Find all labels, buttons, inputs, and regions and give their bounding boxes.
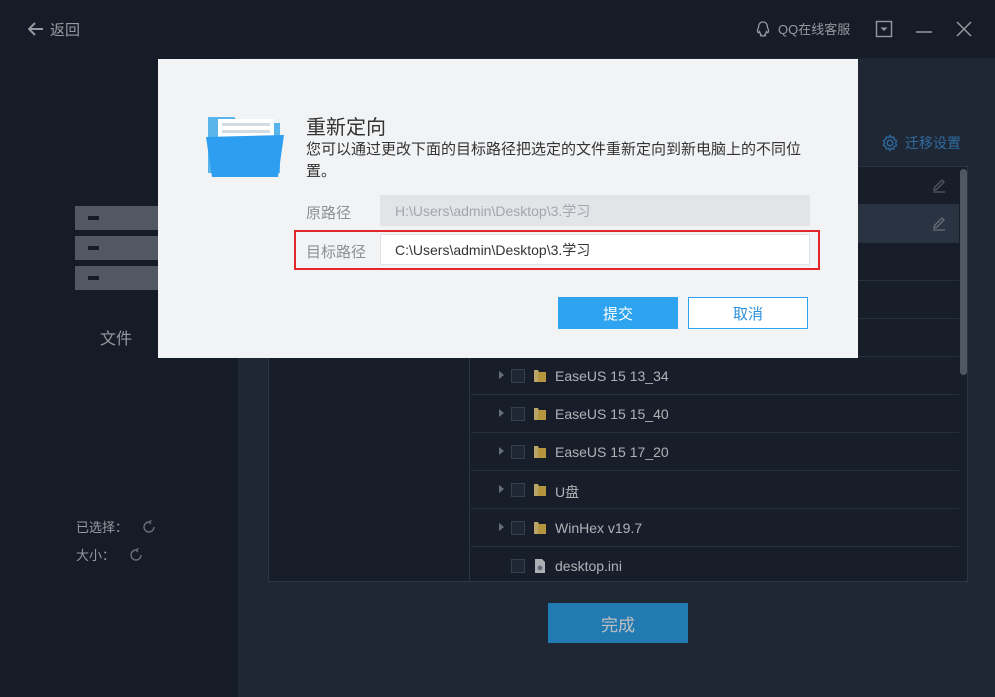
target-path-field[interactable] bbox=[380, 234, 810, 265]
dialog-title: 重新定向 bbox=[306, 117, 386, 139]
open-folder-icon bbox=[206, 117, 284, 177]
redirect-dialog: 重新定向 您可以通过更改下面的目标路径把选定的文件重新定向到新电脑上的不同位置。… bbox=[158, 59, 858, 358]
cancel-button[interactable]: 取消 bbox=[688, 297, 808, 329]
dialog-description: 您可以通过更改下面的目标路径把选定的文件重新定向到新电脑上的不同位置。 bbox=[306, 141, 802, 180]
source-path-field bbox=[380, 195, 810, 226]
submit-button[interactable]: 提交 bbox=[558, 297, 678, 329]
source-path-label: 原路径 bbox=[306, 205, 352, 222]
target-path-label: 目标路径 bbox=[306, 244, 367, 261]
